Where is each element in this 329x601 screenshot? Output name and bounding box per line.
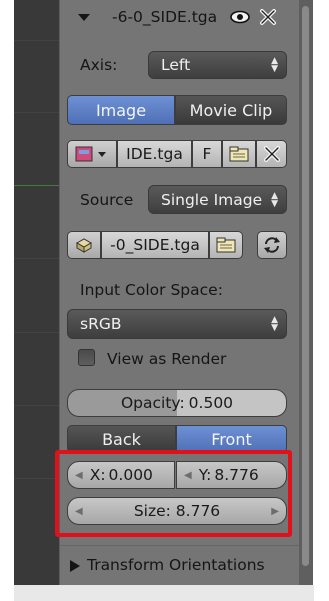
grid-line [14,258,59,259]
panel-separator [60,545,299,546]
image-title: -6-0_SIDE.tga [112,8,218,26]
source-label: Source [80,191,134,209]
viewport-axis-line [14,185,59,186]
tab-image[interactable]: Image [67,95,175,125]
axis-value: Left [161,56,191,74]
transform-orientations-header[interactable]: Transform Orientations [87,556,265,574]
grid-line [14,478,59,479]
open-image-button[interactable] [222,140,256,168]
grid-line [14,40,59,41]
color-space-label: Input Color Space: [80,281,223,299]
unlink-image-button[interactable] [256,140,287,168]
grid-line [14,405,59,406]
axis-dropdown[interactable]: Left ▲ ▼ [148,51,287,79]
opacity-value: 0.500 [188,394,234,412]
tab-front[interactable]: Front [176,425,287,453]
bottom-strip [14,585,314,601]
view-as-render-checkbox[interactable] [78,349,95,366]
folder-icon [229,146,249,162]
fake-user-button[interactable]: F [192,140,222,168]
dropdown-arrows-icon: ▲ ▼ [271,56,278,74]
source-dropdown[interactable]: Single Image ▲ ▼ [148,185,287,214]
image-browse-icon [75,146,106,162]
eye-icon[interactable] [229,9,251,25]
dropdown-arrows-icon: ▲ ▼ [271,190,278,209]
folder-icon [216,237,236,253]
image-name-field[interactable]: IDE.tga [117,140,192,168]
chevron-right-icon[interactable] [68,558,82,574]
reload-icon [264,237,280,253]
reload-button[interactable] [257,231,287,259]
source-value: Single Image [161,190,263,209]
axis-label: Axis: [80,56,118,74]
color-space-value: sRGB [80,315,122,333]
file-browse-button[interactable] [209,231,243,259]
pack-button[interactable] [67,231,101,259]
color-space-dropdown[interactable]: sRGB ▲ ▼ [67,309,287,339]
image-browse-button[interactable] [67,140,117,168]
tab-back[interactable]: Back [67,425,176,453]
close-icon [263,146,280,162]
scrollbar-thumb[interactable] [302,6,309,566]
tab-movie-clip[interactable]: Movie Clip [175,95,287,125]
disclosure-triangle-icon[interactable] [74,8,94,28]
file-path-field[interactable]: -0_SIDE.tga [101,231,209,259]
grid-line [14,332,59,333]
opacity-slider[interactable]: Opacity: 0.500 [67,389,287,417]
view-as-render-label: View as Render [107,350,227,368]
grid-line [14,112,59,113]
package-icon [75,238,93,253]
viewport-strip [14,0,59,585]
opacity-label: Opacity: [120,394,185,412]
panel-scrollbar[interactable] [299,0,313,585]
highlight-annotation [55,450,292,537]
dropdown-arrows-icon: ▲ ▼ [271,315,278,333]
close-icon[interactable] [259,8,277,26]
